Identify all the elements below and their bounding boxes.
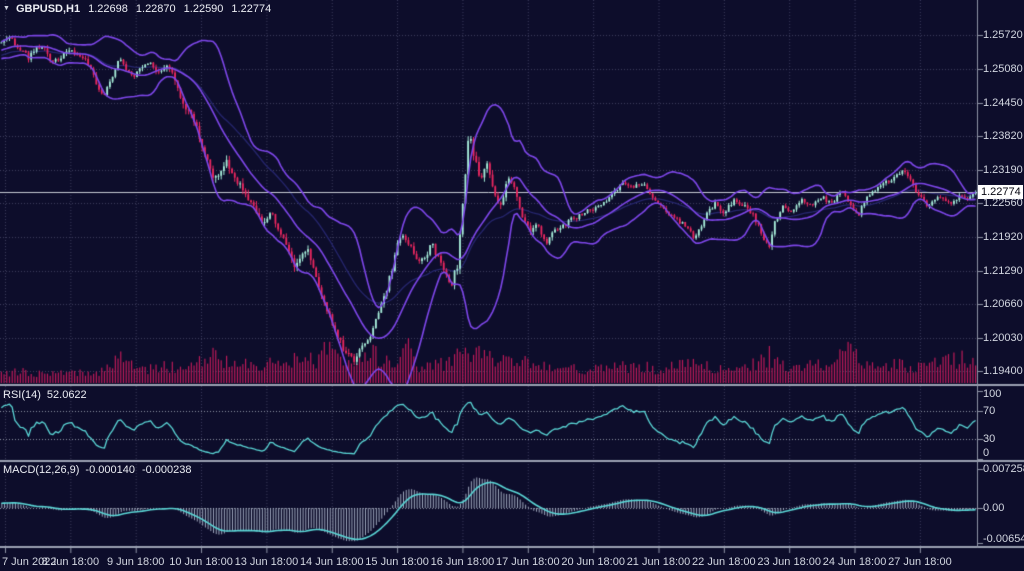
ohlc-high: 1.22870: [136, 3, 176, 15]
price-axis-label: 1.22560: [983, 197, 1023, 209]
rsi-axis-label: 100: [983, 388, 1001, 400]
price-axis-label: 1.20030: [983, 332, 1023, 344]
macd-axis-label: 0.007258: [983, 463, 1024, 475]
trading-chart-window: ▼ GBPUSD,H1 1.22698 1.22870 1.22590 1.22774 R…: [0, 0, 1024, 571]
ohlc-open: 1.22698: [88, 3, 128, 15]
symbol-dropdown-icon[interactable]: ▼: [3, 5, 10, 12]
time-axis-label: 16 Jun 18:00: [431, 556, 495, 568]
time-axis-label: 22 Jun 18:00: [692, 556, 756, 568]
time-axis-label: 14 Jun 18:00: [300, 556, 364, 568]
price-axis-label: 1.25720: [983, 29, 1023, 41]
time-axis-label: 17 Jun 18:00: [496, 556, 560, 568]
time-axis-label: 8 Jun 18:00: [42, 556, 100, 568]
price-axis-label: 1.21920: [983, 231, 1023, 243]
price-axis-label: 1.23820: [983, 130, 1023, 142]
ohlc-low: 1.22590: [184, 3, 224, 15]
symbol-period-label: GBPUSD,H1: [16, 3, 80, 15]
chart-canvas[interactable]: [0, 0, 1024, 571]
time-axis-label: 24 Jun 18:00: [823, 556, 887, 568]
price-axis-label: 1.19400: [983, 365, 1023, 377]
price-axis-label: 1.25080: [983, 63, 1023, 75]
time-axis-label: 23 Jun 18:00: [757, 556, 821, 568]
time-axis-label: 9 Jun 18:00: [107, 556, 165, 568]
macd-axis-label: 0.00: [983, 502, 1004, 514]
macd-value: -0.000140: [85, 464, 135, 476]
macd-axis-label: -0.006541: [983, 533, 1024, 545]
ohlc-close: 1.22774: [231, 3, 271, 15]
rsi-value: 52.0622: [47, 389, 87, 401]
time-axis-label: 27 Jun 18:00: [888, 556, 952, 568]
time-axis-label: 10 Jun 18:00: [169, 556, 233, 568]
time-axis-label: 20 Jun 18:00: [561, 556, 625, 568]
rsi-label: RSI(14): [3, 389, 41, 401]
chart-title-bar: ▼ GBPUSD,H1 1.22698 1.22870 1.22590 1.22774: [3, 2, 271, 16]
time-axis-label: 13 Jun 18:00: [235, 556, 299, 568]
price-axis-label: 1.20660: [983, 298, 1023, 310]
rsi-axis-label: 0: [983, 447, 989, 459]
price-axis-label: 1.23190: [983, 164, 1023, 176]
macd-label: MACD(12,26,9): [3, 464, 79, 476]
rsi-panel-title: RSI(14) 52.0622: [3, 389, 87, 402]
macd-signal-value: -0.000238: [142, 464, 192, 476]
price-axis-label: 1.24450: [983, 97, 1023, 109]
time-axis-label: 21 Jun 18:00: [627, 556, 691, 568]
time-axis-label: 15 Jun 18:00: [365, 556, 429, 568]
rsi-axis-label: 30: [983, 433, 995, 445]
macd-panel-title: MACD(12,26,9) -0.000140 -0.000238: [3, 464, 192, 477]
price-axis-label: 1.21290: [983, 265, 1023, 277]
rsi-axis-label: 70: [983, 405, 995, 417]
